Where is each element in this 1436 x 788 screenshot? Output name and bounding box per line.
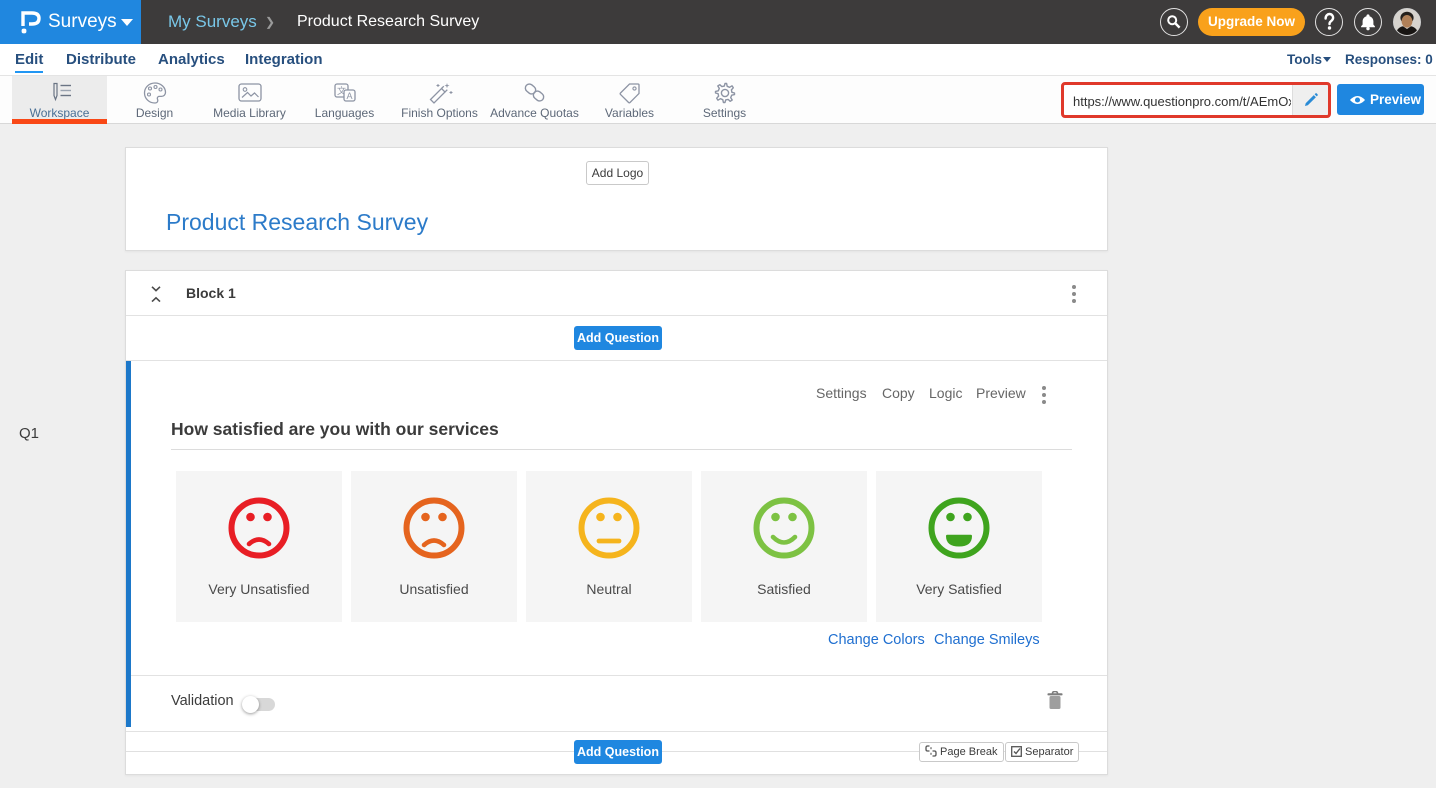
svg-text:A: A bbox=[346, 91, 352, 101]
